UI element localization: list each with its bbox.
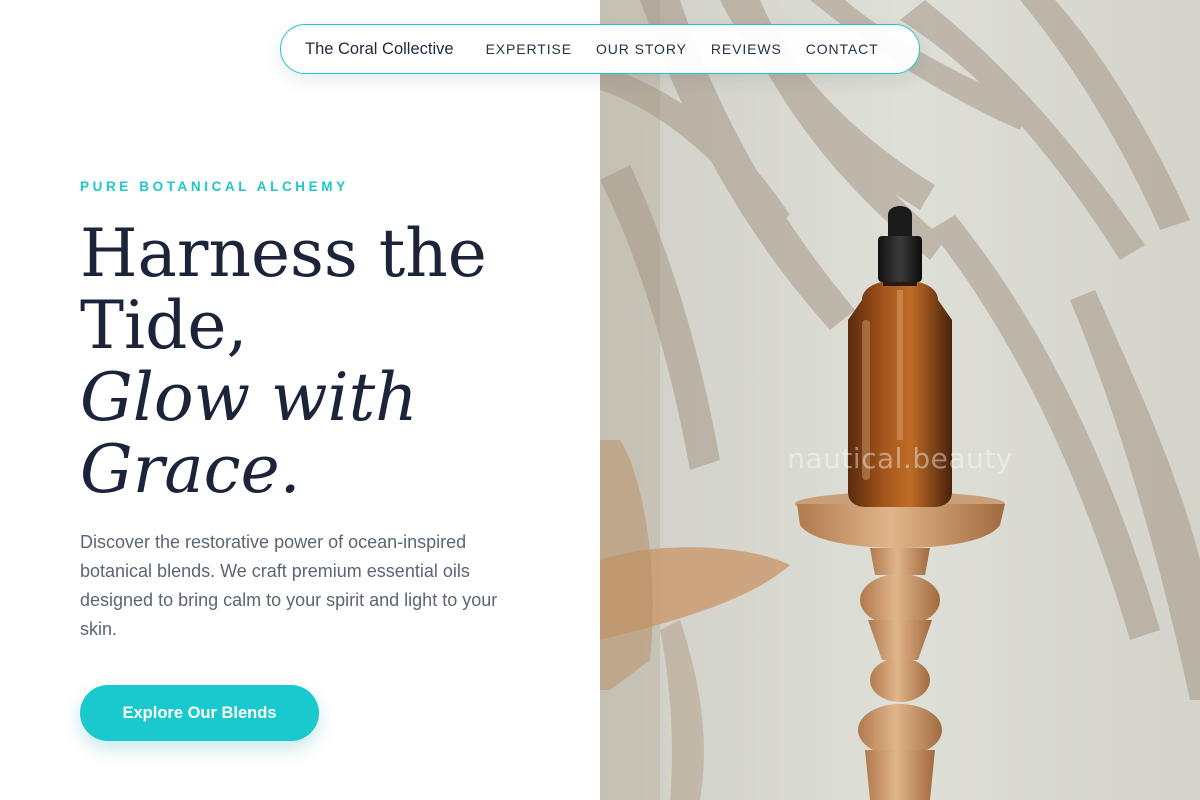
nav-link-expertise[interactable]: EXPERTISE — [486, 41, 572, 57]
nav-links: EXPERTISE OUR STORY REVIEWS CONTACT — [486, 41, 879, 57]
hero-eyebrow: PURE BOTANICAL ALCHEMY — [80, 179, 349, 194]
headline-line-2: Tide, — [80, 287, 248, 364]
headline-line-3: Glow with — [80, 359, 418, 436]
nav-link-contact[interactable]: CONTACT — [806, 41, 879, 57]
brand-logo[interactable]: The Coral Collective — [305, 40, 454, 59]
hero-product-photo: nautical.beauty — [600, 0, 1200, 800]
hero-headline: Harness the Tide, Glow with Grace. — [80, 218, 560, 506]
hero-description: Discover the restorative power of ocean-… — [80, 532, 498, 639]
top-nav: The Coral Collective EXPERTISE OUR STORY… — [280, 24, 920, 74]
headline-line-1: Harness the — [80, 215, 487, 292]
nav-link-reviews[interactable]: REVIEWS — [711, 41, 782, 57]
essential-oil-bottle-image — [600, 0, 1200, 800]
nav-link-our-story[interactable]: OUR STORY — [596, 41, 687, 57]
headline-line-4: Grace. — [80, 431, 301, 508]
explore-blends-button[interactable]: Explore Our Blends — [80, 685, 319, 741]
